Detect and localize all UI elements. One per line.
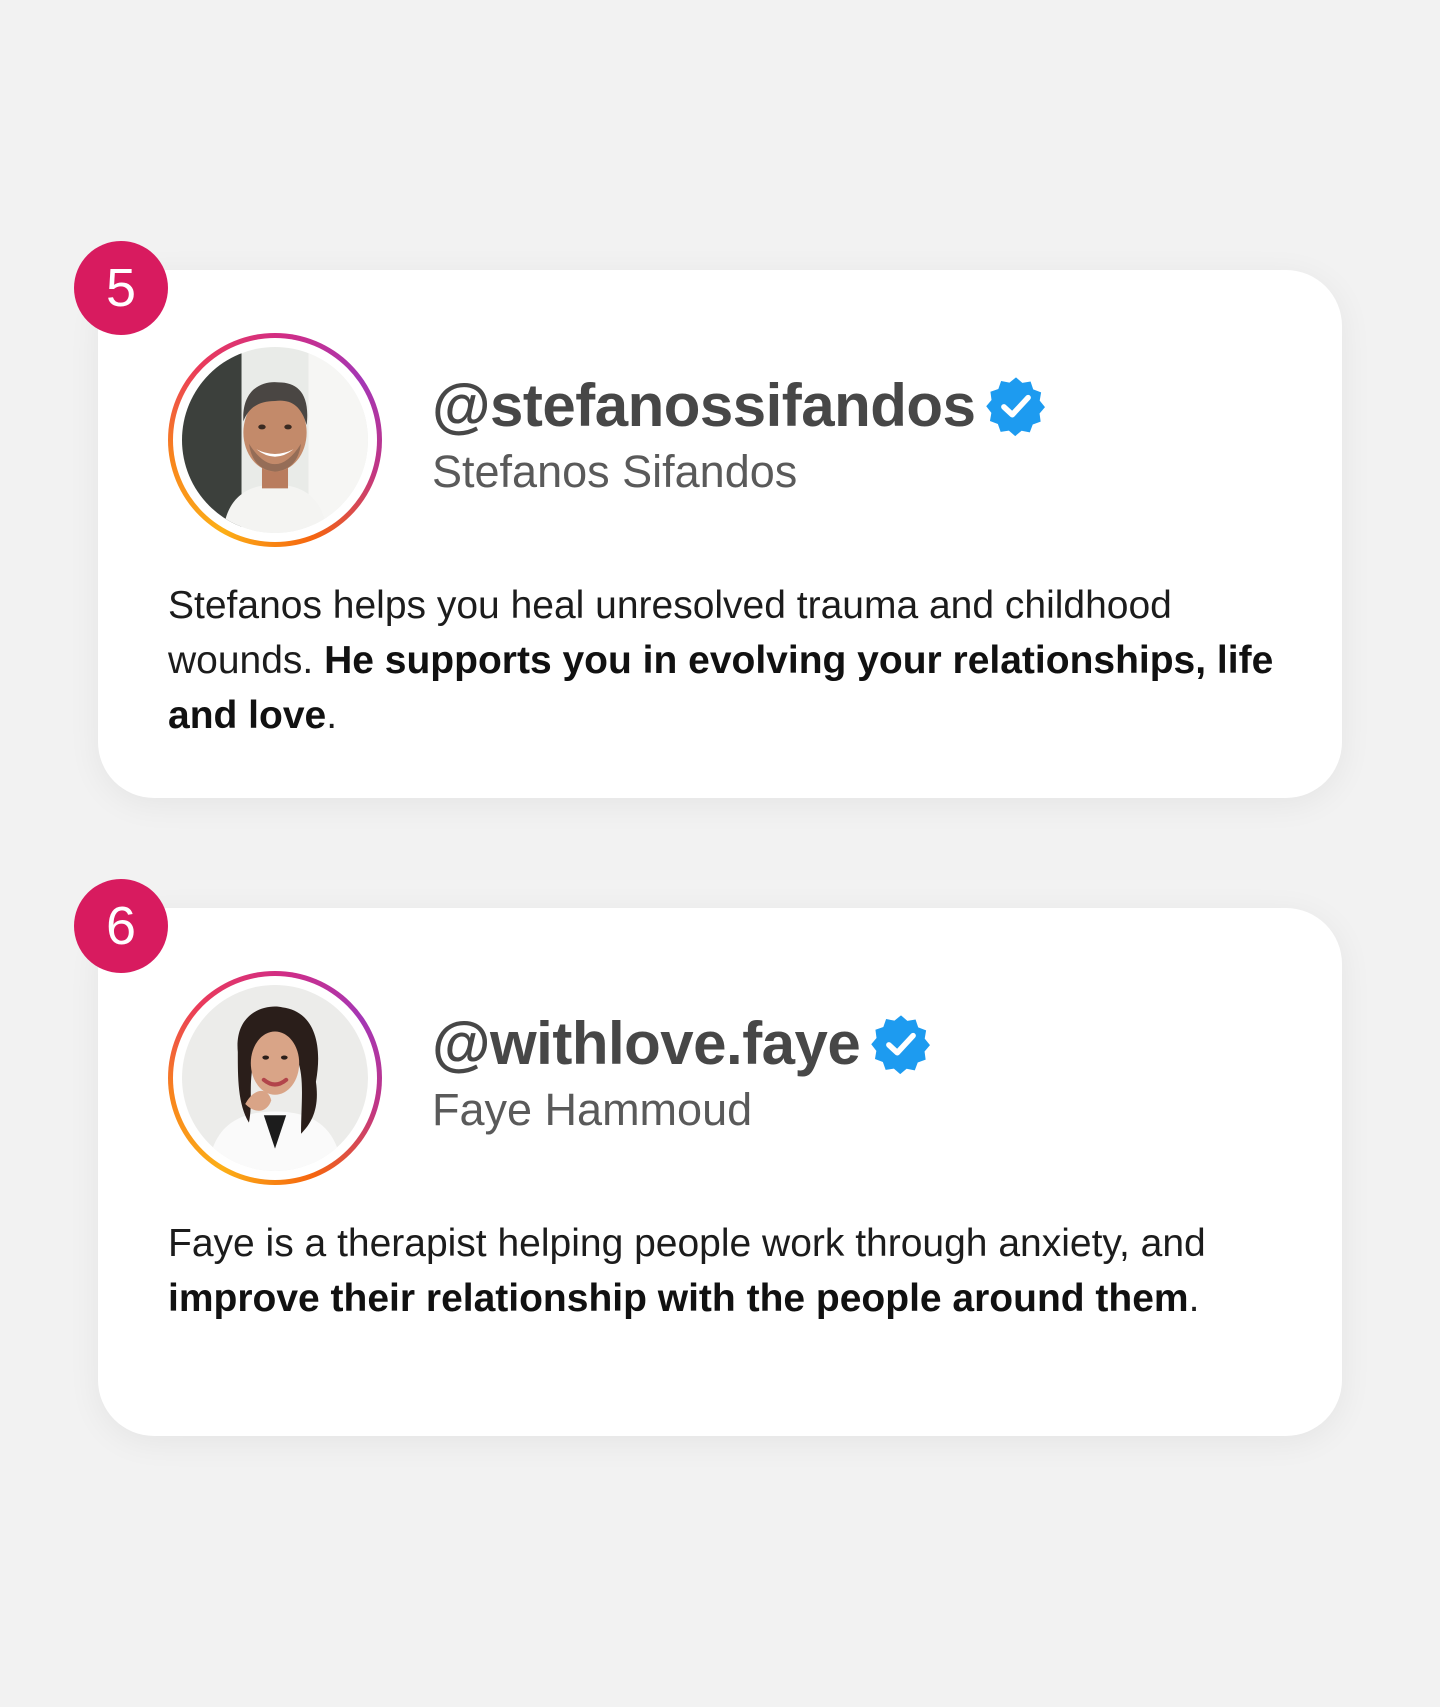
- description-bold-text: improve their relationship with the peop…: [168, 1277, 1189, 1320]
- verified-badge-icon: [870, 1013, 932, 1075]
- verified-badge-icon: [985, 375, 1047, 437]
- avatar[interactable]: [168, 333, 382, 547]
- profile-card: 5 @stefanossifandos Stefanos Sifandos St…: [74, 241, 1342, 798]
- number-badge: 5: [74, 241, 168, 335]
- avatar-photo: [182, 347, 368, 533]
- description-text: Faye is a therapist helping people work …: [168, 1222, 1206, 1265]
- handle-row: @stefanossifandos: [432, 372, 1047, 440]
- profile-card: 6 @withlove.faye Faye Hammoud Faye is a …: [74, 879, 1342, 1436]
- handle-row: @withlove.faye: [432, 1010, 932, 1078]
- profile-name: Faye Hammoud: [432, 1084, 753, 1135]
- avatar[interactable]: [168, 971, 382, 1185]
- profile-description: Faye is a therapist helping people work …: [168, 1216, 1278, 1326]
- profile-name: Stefanos Sifandos: [432, 446, 798, 497]
- number-badge: 6: [74, 879, 168, 973]
- profile-description: Stefanos helps you heal unresolved traum…: [168, 578, 1278, 743]
- profile-handle[interactable]: @stefanossifandos: [432, 372, 976, 440]
- description-period: .: [326, 694, 338, 737]
- profile-handle[interactable]: @withlove.faye: [432, 1010, 861, 1078]
- description-period: .: [1188, 1277, 1200, 1320]
- avatar-photo: [182, 985, 368, 1171]
